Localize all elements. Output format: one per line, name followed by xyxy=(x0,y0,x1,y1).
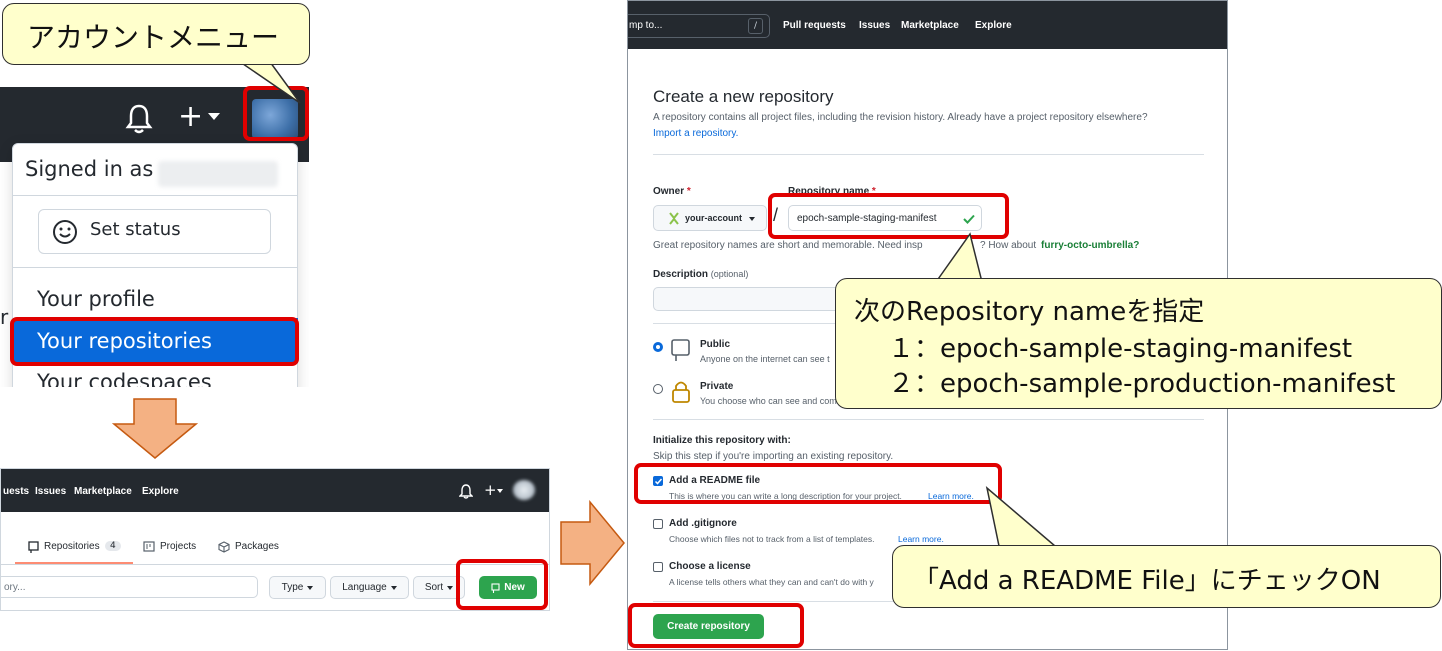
search-shortcut-key: / xyxy=(748,18,763,34)
license-checkbox[interactable] xyxy=(653,562,663,572)
sort-label: Sort xyxy=(424,582,444,593)
tab-packages[interactable]: Packages xyxy=(235,541,279,552)
gitignore-description: Choose which files not to track from a l… xyxy=(669,534,875,544)
private-radio[interactable] xyxy=(653,384,663,394)
username-blurred xyxy=(158,161,278,187)
name-suggestion-link[interactable]: furry-octo-umbrella? xyxy=(1041,240,1139,251)
project-icon xyxy=(143,541,155,552)
account-menu-callout: アカウントメニュー xyxy=(2,3,310,65)
type-filter-button[interactable]: Type xyxy=(269,576,326,599)
avatar[interactable] xyxy=(513,480,535,500)
initialize-title: Initialize this repository with: xyxy=(653,435,791,446)
plus-icon[interactable]: + xyxy=(484,481,497,499)
gitignore-label[interactable]: Add .gitignore xyxy=(669,518,737,529)
find-repository-input[interactable]: ory... xyxy=(1,576,258,598)
private-label: Private xyxy=(700,381,734,392)
new-button-highlight xyxy=(456,559,548,610)
menu-item-your-profile[interactable]: Your profile xyxy=(37,287,155,311)
bell-icon[interactable] xyxy=(459,484,473,499)
repository-name-callout: 次のRepository nameを指定 １：epoch-sample-stag… xyxy=(835,278,1442,409)
chevron-down-icon xyxy=(307,585,314,590)
filter-placeholder: ory... xyxy=(4,582,26,593)
language-filter-button[interactable]: Language xyxy=(330,576,409,599)
private-description: You choose who can see and com xyxy=(700,396,837,406)
gitignore-checkbox[interactable] xyxy=(653,519,663,529)
smiley-icon xyxy=(53,220,77,244)
right-arrow xyxy=(560,500,625,586)
callout-text: 「Add a README File」にチェックON xyxy=(913,566,1381,596)
callout-text-line2: １：epoch-sample-staging-manifest xyxy=(888,334,1353,364)
cut-off-text: r xyxy=(0,305,9,329)
down-arrow xyxy=(112,398,198,459)
page-title: Create a new repository xyxy=(653,87,834,106)
owner-select[interactable]: your-account xyxy=(653,205,767,231)
repo-icon xyxy=(28,541,39,553)
search-placeholder: mp to... xyxy=(629,20,663,31)
repo-icon xyxy=(671,339,690,361)
chevron-down-icon xyxy=(447,585,454,590)
nav-marketplace[interactable]: Marketplace xyxy=(74,486,132,497)
intro-text: A repository contains all project files,… xyxy=(653,112,1148,123)
license-description: A license tells others what they can and… xyxy=(669,577,874,587)
gitignore-learn-more-link[interactable]: Learn more. xyxy=(898,534,944,544)
divider xyxy=(12,195,298,196)
callout-text-line1: 次のRepository nameを指定 xyxy=(854,297,1205,327)
chevron-down-icon xyxy=(749,217,755,221)
nav-marketplace[interactable]: Marketplace xyxy=(901,20,959,31)
nav-explore[interactable]: Explore xyxy=(975,20,1012,31)
name-hint-prefix: Great repository names are short and mem… xyxy=(653,240,923,251)
public-description: Anyone on the internet can see t xyxy=(700,354,830,364)
menu-item-your-codespaces[interactable]: Your codespaces xyxy=(37,370,212,387)
chevron-down-icon xyxy=(390,585,397,590)
tab-repositories[interactable]: Repositories xyxy=(44,541,100,552)
callout-text-line3: ２：epoch-sample-production-manifest xyxy=(888,369,1396,399)
nav-issues[interactable]: Issues xyxy=(859,20,890,31)
description-label: Description (optional) xyxy=(653,269,749,280)
divider xyxy=(653,419,1204,420)
owner-avatar-icon xyxy=(669,212,679,225)
nav-issues[interactable]: Issues xyxy=(35,486,66,497)
public-label: Public xyxy=(700,339,731,350)
your-repositories-highlight xyxy=(10,317,299,366)
divider xyxy=(12,267,298,268)
chevron-down-icon[interactable] xyxy=(208,113,220,120)
initialize-skip-text: Skip this step if you're importing an ex… xyxy=(653,451,894,462)
callout-text: アカウントメニュー xyxy=(27,21,280,54)
bell-icon[interactable] xyxy=(125,103,153,135)
create-button-highlight xyxy=(628,603,804,648)
readme-callout: 「Add a README File」にチェックON xyxy=(892,545,1441,608)
divider xyxy=(653,154,1204,155)
chevron-down-icon[interactable] xyxy=(497,489,503,493)
public-radio[interactable] xyxy=(653,342,663,352)
readme-highlight xyxy=(634,463,1002,504)
nav-pull-requests[interactable]: Pull requests xyxy=(783,20,846,31)
language-label: Language xyxy=(342,582,387,593)
type-label: Type xyxy=(281,582,304,593)
lock-icon xyxy=(672,381,690,403)
tab-projects[interactable]: Projects xyxy=(160,541,196,552)
owner-label: Owner * xyxy=(653,186,691,197)
license-label[interactable]: Choose a license xyxy=(669,561,751,572)
set-status-label: Set status xyxy=(90,219,181,240)
package-icon xyxy=(218,541,230,553)
import-repository-link[interactable]: Import a repository. xyxy=(653,128,738,139)
signed-in-label: Signed in as xyxy=(25,157,154,181)
owner-value: your-account xyxy=(685,213,743,223)
nav-pull-requests[interactable]: uests xyxy=(3,486,29,497)
nav-explore[interactable]: Explore xyxy=(142,486,179,497)
repositories-count: 4 xyxy=(105,541,121,551)
